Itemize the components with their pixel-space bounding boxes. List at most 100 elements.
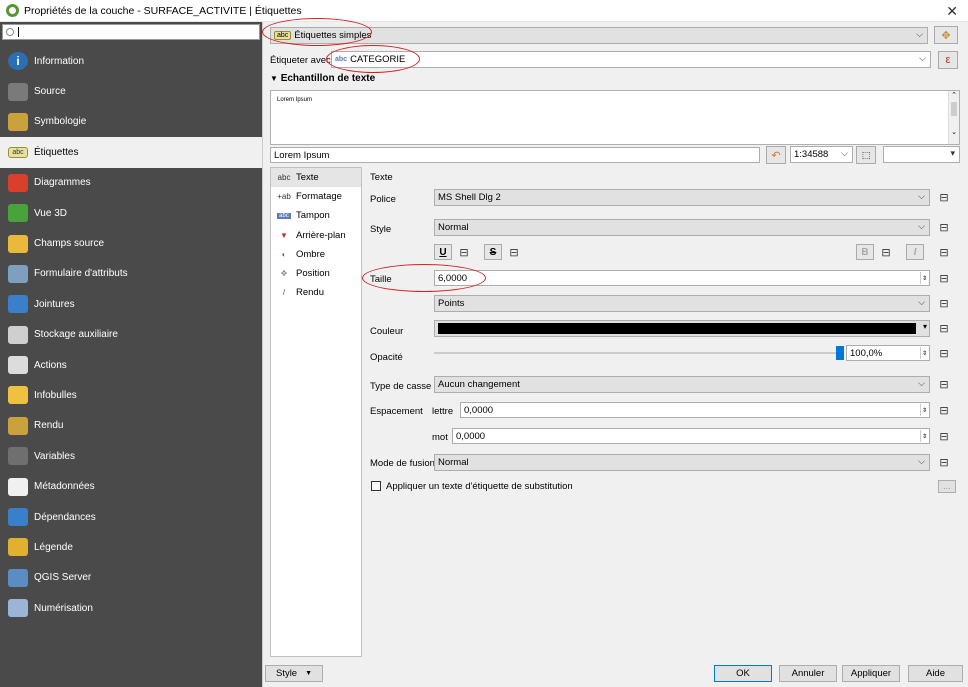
sidebar-item-label: Source xyxy=(34,86,66,98)
labels-mode-select[interactable]: abc Étiquettes simples ⌵ xyxy=(270,27,928,44)
tab-texte[interactable]: abc Texte xyxy=(271,168,361,188)
sidebar-item-diagrammes[interactable]: Diagrammes xyxy=(0,168,262,198)
strikeout-button[interactable]: S xyxy=(484,244,502,260)
letter-spacing-input[interactable]: 0,0000 ⇕ xyxy=(460,402,930,418)
color-button[interactable]: ▾ xyxy=(434,320,930,337)
help-button[interactable]: Aide xyxy=(908,665,963,682)
dependencies-icon xyxy=(8,508,28,527)
opacity-input[interactable]: 100,0% ⇕ xyxy=(846,345,930,361)
rule-settings-button[interactable]: ✥ xyxy=(934,26,958,44)
tab-label: Tampon xyxy=(296,210,330,222)
label-field-select[interactable]: abc CATEGORIE ⌵ xyxy=(331,51,931,68)
map-scale-button[interactable]: ⬚ xyxy=(856,146,876,164)
scroll-down-icon[interactable]: ⌄ xyxy=(949,128,959,136)
sample-section-header[interactable]: ▼ Echantillon de texte xyxy=(270,73,375,84)
data-defined-override-icon[interactable]: ⊟ xyxy=(456,246,472,259)
tab-arriere-plan[interactable]: ▼ Arrière-plan xyxy=(271,226,361,245)
chevron-down-icon: ▾ xyxy=(922,322,927,331)
data-defined-override-icon[interactable]: ⊟ xyxy=(936,404,952,417)
sidebar-item-source[interactable]: Source xyxy=(0,76,262,106)
spinner-icon[interactable]: ⇕ xyxy=(920,430,928,442)
shield-icon: ▼ xyxy=(280,230,288,240)
data-defined-override-icon[interactable]: ⊟ xyxy=(936,378,952,391)
size-input[interactable]: 6,0000 ⇕ xyxy=(434,270,930,286)
close-icon[interactable]: ✕ xyxy=(946,3,958,20)
sidebar-item-legende[interactable]: Légende xyxy=(0,532,262,562)
sidebar-item-stockage-auxiliaire[interactable]: Stockage auxiliaire xyxy=(0,320,262,350)
sidebar-item-jointures[interactable]: Jointures xyxy=(0,289,262,319)
tab-tampon[interactable]: abc Tampon xyxy=(271,206,361,225)
substitute-edit-button[interactable]: ... xyxy=(938,480,956,493)
scroll-thumb[interactable] xyxy=(951,102,957,116)
divider xyxy=(262,22,263,687)
style-select[interactable]: Normal ⌵ xyxy=(434,219,930,236)
tab-rendu[interactable]: / Rendu xyxy=(271,283,361,302)
substitute-checkbox[interactable] xyxy=(371,481,381,491)
data-defined-override-icon[interactable]: ⊟ xyxy=(936,347,952,360)
preview-scrollbar[interactable]: ⌃ ⌄ xyxy=(948,91,959,144)
sample-text-input[interactable]: Lorem Ipsum xyxy=(270,147,760,163)
ok-button[interactable]: OK xyxy=(714,665,772,682)
data-defined-override-icon[interactable]: ⊟ xyxy=(878,246,894,259)
label-with-label: Étiqueter avec xyxy=(270,55,331,66)
data-defined-override-icon[interactable]: ⊟ xyxy=(936,246,952,259)
cancel-button[interactable]: Annuler xyxy=(779,665,837,682)
data-defined-override-icon[interactable]: ⊟ xyxy=(936,456,952,469)
font-select[interactable]: MS Shell Dlg 2 ⌵ xyxy=(434,189,930,206)
sidebar-item-formulaire-d-attributs[interactable]: Formulaire d'attributs xyxy=(0,259,262,289)
case-select[interactable]: Aucun changement ⌵ xyxy=(434,376,930,393)
sidebar-item-numerisation[interactable]: Numérisation xyxy=(0,593,262,623)
chevron-down-icon: ▾ xyxy=(950,148,955,158)
spinner-icon[interactable]: ⇕ xyxy=(920,404,928,416)
color-swatch xyxy=(438,323,916,334)
scale-select[interactable]: 1:34588 ⌵ xyxy=(790,146,853,163)
sidebar-item-qgis-server[interactable]: QGIS Server xyxy=(0,563,262,593)
map-canvas-icon: ⬚ xyxy=(861,149,871,160)
spinner-icon[interactable]: ⇕ xyxy=(920,347,928,359)
data-defined-override-icon[interactable]: ⊟ xyxy=(936,322,952,335)
sidebar-item-dependances[interactable]: Dépendances xyxy=(0,502,262,532)
size-units-select[interactable]: Points ⌵ xyxy=(434,295,930,312)
data-defined-override-icon[interactable]: ⊟ xyxy=(936,297,952,310)
bold-button[interactable]: B xyxy=(856,244,874,260)
sidebar-item-label: Actions xyxy=(34,359,67,371)
expression-button[interactable]: ε xyxy=(938,51,958,69)
tab-label: Formatage xyxy=(296,191,342,203)
blend-mode-select[interactable]: Normal ⌵ xyxy=(434,454,930,471)
sidebar-item-infobulles[interactable]: Infobulles xyxy=(0,380,262,410)
word-spacing-value: 0,0000 xyxy=(456,430,486,442)
data-defined-override-icon[interactable]: ⊟ xyxy=(936,221,952,234)
apply-button[interactable]: Appliquer xyxy=(842,665,900,682)
opacity-slider-handle[interactable] xyxy=(836,346,844,360)
sidebar-item-variables[interactable]: Variables xyxy=(0,441,262,471)
style-value: Normal xyxy=(438,222,469,233)
data-defined-override-icon[interactable]: ⊟ xyxy=(936,272,952,285)
search-input[interactable] xyxy=(2,24,260,40)
blend-label: Mode de fusion xyxy=(370,458,435,469)
sidebar-item-vue-3d[interactable]: Vue 3D xyxy=(0,198,262,228)
sidebar-item-symbologie[interactable]: Symbologie xyxy=(0,107,262,137)
sidebar-item-actions[interactable]: Actions xyxy=(0,350,262,380)
opacity-slider-track[interactable] xyxy=(434,352,842,354)
style-menu-button[interactable]: Style ▼ xyxy=(265,665,323,682)
spinner-icon[interactable]: ⇕ xyxy=(920,272,928,284)
data-defined-override-icon[interactable]: ⊟ xyxy=(506,246,522,259)
sidebar-item-champs-source[interactable]: Champs source xyxy=(0,228,262,258)
tab-ombre[interactable]: ◐ Ombre xyxy=(271,245,361,264)
data-defined-override-icon[interactable]: ⊟ xyxy=(936,191,952,204)
background-color-select[interactable]: ▾ xyxy=(883,146,960,163)
reset-sample-button[interactable]: ↶ xyxy=(766,146,786,164)
sidebar-item-metadonnees[interactable]: Métadonnées xyxy=(0,471,262,501)
tab-formatage[interactable]: +ab Formatage xyxy=(271,187,361,206)
scroll-up-icon[interactable]: ⌃ xyxy=(949,91,959,99)
underline-button[interactable]: U xyxy=(434,244,452,260)
tab-position[interactable]: ✥ Position xyxy=(271,264,361,283)
sidebar-item-etiquettes[interactable]: abc Étiquettes xyxy=(0,137,262,168)
sidebar-item-rendu[interactable]: Rendu xyxy=(0,411,262,441)
word-spacing-input[interactable]: 0,0000 ⇕ xyxy=(452,428,930,444)
italic-button[interactable]: I xyxy=(906,244,924,260)
+ab-icon: +ab xyxy=(277,192,291,202)
tooltip-icon xyxy=(8,386,28,405)
sidebar-item-information[interactable]: i Information xyxy=(0,46,262,76)
data-defined-override-icon[interactable]: ⊟ xyxy=(936,430,952,443)
